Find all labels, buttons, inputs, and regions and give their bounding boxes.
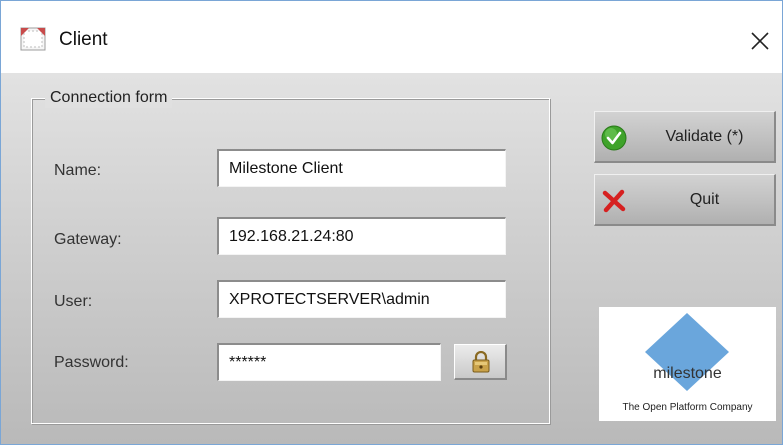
lock-icon [472, 351, 490, 373]
quit-label: Quit [689, 191, 720, 208]
title-bar: Client [1, 1, 782, 73]
checkmark-icon [601, 125, 627, 151]
validate-label: Validate (*) [665, 128, 744, 145]
logo-tagline: The Open Platform Company [622, 402, 753, 413]
connection-form-legend: Connection form [45, 88, 173, 108]
close-icon [751, 32, 769, 50]
gateway-label: Gateway: [54, 231, 122, 248]
name-label: Name: [54, 162, 102, 179]
close-button[interactable] [738, 17, 782, 61]
milestone-logo: milestone The Open Platform Company [599, 307, 776, 421]
password-field[interactable]: ****** [217, 343, 441, 381]
client-area: Connection form Name: Milestone Client G… [1, 73, 782, 444]
red-x-icon [601, 188, 627, 214]
validate-button[interactable]: Validate (*) [594, 111, 776, 163]
user-label: User: [54, 293, 93, 310]
user-field[interactable]: XPROTECTSERVER\admin [217, 280, 506, 318]
show-password-button[interactable] [454, 344, 507, 380]
password-label: Password: [54, 354, 129, 371]
quit-button[interactable]: Quit [594, 174, 776, 226]
client-window: Client Connection form Name: Milestone C… [0, 0, 783, 445]
logo-wordmark: milestone [653, 365, 722, 382]
app-icon [20, 27, 46, 51]
name-field[interactable]: Milestone Client [217, 149, 506, 187]
gateway-field[interactable]: 192.168.21.24:80 [217, 217, 506, 255]
window-title: Client [59, 29, 108, 50]
